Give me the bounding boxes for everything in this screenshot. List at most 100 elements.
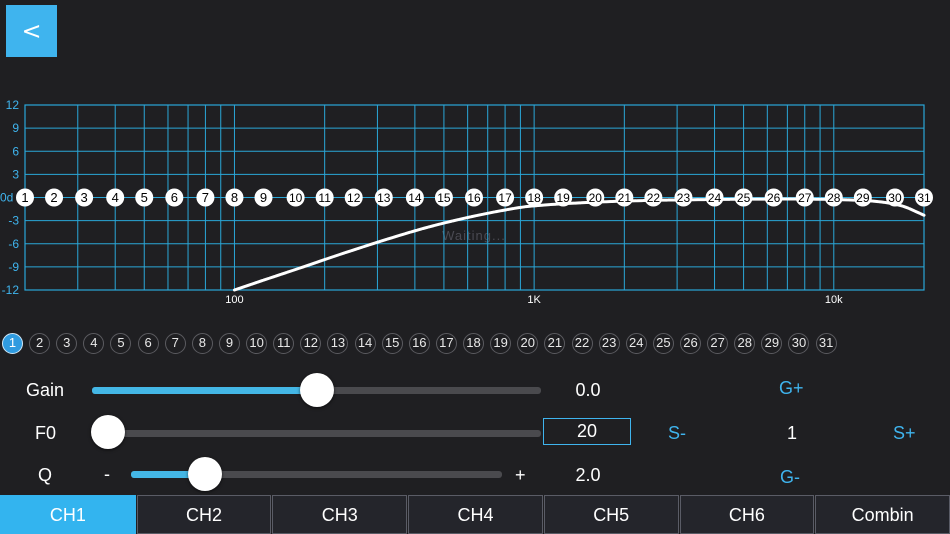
band-marker-7[interactable]: 7 [196,188,215,207]
q-minus-button[interactable]: - [104,464,110,485]
band-button-24[interactable]: 24 [625,333,647,354]
band-marker-label: 15 [437,191,451,205]
q-slider[interactable] [131,471,502,478]
band-button-15[interactable]: 15 [381,333,403,354]
eq-chart[interactable]: Waiting... 129630d-3-6-9-12 100 1K 10k 123… [0,95,950,310]
tab-ch1[interactable]: CH1 [0,495,136,534]
q-value: 2.0 [575,465,601,485]
band-marker-28[interactable]: 28 [824,188,843,207]
gain-value: 0.0 [575,380,601,400]
f0-slider-knob[interactable] [91,415,125,449]
band-button-18[interactable]: 18 [463,333,485,354]
band-marker-label: 23 [677,191,691,205]
gain-label: Gain [26,380,65,400]
band-button-13[interactable]: 13 [327,333,349,354]
band-button-27[interactable]: 27 [707,333,729,354]
q-plus-button[interactable]: + [515,465,526,486]
q-slider-knob[interactable] [188,457,223,491]
band-marker-10[interactable]: 10 [286,188,305,207]
band-button-5[interactable]: 5 [110,333,132,354]
band-button-1[interactable]: 1 [2,333,23,354]
band-marker-label: 10 [289,191,303,205]
band-button-23[interactable]: 23 [598,333,620,354]
band-button-25[interactable]: 25 [652,333,674,354]
tab-ch2[interactable]: CH2 [136,495,272,534]
band-marker-label: 22 [647,191,661,205]
f0-slider[interactable] [108,430,541,437]
band-marker-26[interactable]: 26 [764,188,783,207]
band-marker-23[interactable]: 23 [674,188,693,207]
band-marker-8[interactable]: 8 [225,188,244,207]
band-button-17[interactable]: 17 [435,333,457,354]
band-button-6[interactable]: 6 [137,333,159,354]
band-marker-label: 13 [377,191,391,205]
step-minus-button[interactable]: S- [668,423,686,444]
band-marker-17[interactable]: 17 [496,188,515,207]
band-marker-15[interactable]: 15 [434,188,453,207]
band-marker-12[interactable]: 12 [344,188,363,207]
band-marker-9[interactable]: 9 [254,188,273,207]
band-marker-label: 9 [260,190,267,205]
band-button-2[interactable]: 2 [29,333,51,354]
band-marker-6[interactable]: 6 [165,188,184,207]
band-button-12[interactable]: 12 [300,333,322,354]
band-marker-27[interactable]: 27 [795,188,814,207]
band-marker-25[interactable]: 25 [734,188,753,207]
band-marker-16[interactable]: 16 [464,188,483,207]
band-marker-4[interactable]: 4 [106,188,125,207]
gain-plus-button[interactable]: G+ [779,378,804,399]
band-button-21[interactable]: 21 [544,333,566,354]
tab-ch6[interactable]: CH6 [679,495,815,534]
band-marker-label: 19 [556,191,570,205]
band-marker-5[interactable]: 5 [135,188,154,207]
watermark-text: Waiting... [442,228,506,243]
band-marker-11[interactable]: 11 [315,188,334,207]
band-button-28[interactable]: 28 [734,333,756,354]
band-button-11[interactable]: 11 [273,333,295,354]
band-marker-label: 28 [827,191,841,205]
band-marker-label: 14 [408,191,422,205]
back-button[interactable]: < [6,5,57,57]
band-marker-18[interactable]: 18 [525,188,544,207]
band-marker-21[interactable]: 21 [615,188,634,207]
band-button-30[interactable]: 30 [788,333,810,354]
band-marker-13[interactable]: 13 [374,188,393,207]
band-marker-19[interactable]: 19 [554,188,573,207]
band-button-29[interactable]: 29 [761,333,783,354]
band-button-3[interactable]: 3 [56,333,78,354]
gain-slider-knob[interactable] [299,373,334,407]
band-button-26[interactable]: 26 [680,333,701,354]
band-button-7[interactable]: 7 [164,333,186,354]
band-marker-label: 6 [171,190,178,205]
band-button-31[interactable]: 31 [815,333,837,354]
band-button-19[interactable]: 19 [490,333,512,354]
band-marker-14[interactable]: 14 [405,188,424,207]
band-button-9[interactable]: 9 [218,333,240,354]
band-marker-22[interactable]: 22 [644,188,663,207]
band-marker-24[interactable]: 24 [705,188,724,207]
band-marker-2[interactable]: 2 [45,188,64,207]
f0-value-field[interactable]: 20 [543,418,631,445]
tab-ch3[interactable]: CH3 [272,495,408,534]
band-button-4[interactable]: 4 [83,333,105,354]
band-button-16[interactable]: 16 [408,333,430,354]
band-marker-30[interactable]: 30 [885,188,904,207]
band-marker-label: 16 [467,191,481,205]
band-marker-label: 7 [202,190,209,205]
tab-ch5[interactable]: CH5 [543,495,679,534]
band-marker-31[interactable]: 31 [915,188,933,207]
band-button-20[interactable]: 20 [517,333,539,354]
tab-combin[interactable]: Combin [815,495,950,534]
band-marker-20[interactable]: 20 [586,188,605,207]
band-button-10[interactable]: 10 [246,333,268,354]
step-plus-button[interactable]: S+ [893,423,916,444]
band-marker-3[interactable]: 3 [75,188,94,207]
band-marker-29[interactable]: 29 [853,188,872,207]
band-button-22[interactable]: 22 [571,333,593,354]
tab-ch4[interactable]: CH4 [408,495,543,534]
band-button-8[interactable]: 8 [191,333,213,354]
band-marker-label: 8 [231,190,238,205]
band-button-14[interactable]: 14 [354,333,376,354]
band-marker-1[interactable]: 1 [16,188,34,207]
gain-minus-button[interactable]: G- [780,467,800,488]
